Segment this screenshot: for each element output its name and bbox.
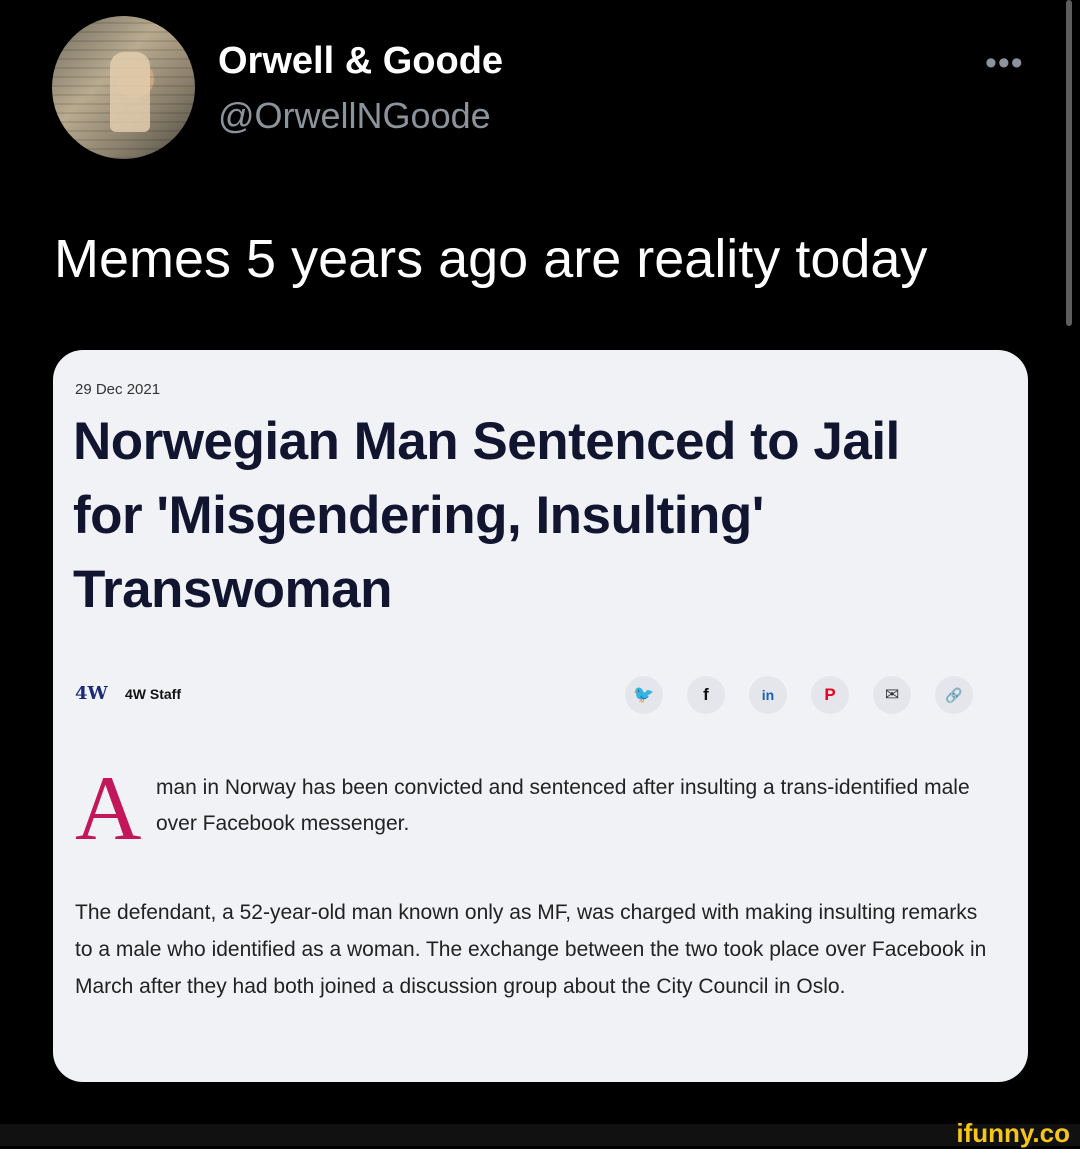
- watermark: ifunny.co: [956, 1118, 1070, 1148]
- pinterest-icon[interactable]: P: [811, 676, 849, 714]
- article-card[interactable]: 29 Dec 2021 Norwegian Man Sentenced to J…: [53, 350, 1028, 1082]
- linkedin-icon[interactable]: in: [749, 676, 787, 714]
- email-icon[interactable]: ✉: [873, 676, 911, 714]
- article-author[interactable]: 4W Staff: [125, 686, 181, 702]
- facebook-icon[interactable]: f: [687, 676, 725, 714]
- tweet-text: Memes 5 years ago are reality today: [54, 229, 928, 289]
- article-date: 29 Dec 2021: [75, 381, 161, 398]
- more-options-icon[interactable]: •••: [985, 44, 1024, 83]
- footer-bar: [0, 1124, 1080, 1146]
- drop-cap: A: [75, 757, 142, 859]
- body-paragraph: The defendant, a 52-year-old man known o…: [75, 901, 987, 998]
- user-handle[interactable]: @OrwellNGoode: [218, 95, 491, 137]
- link-icon[interactable]: 🔗: [935, 676, 973, 714]
- publisher-logo: 4W: [75, 683, 108, 704]
- lead-paragraph: man in Norway has been convicted and sen…: [156, 776, 970, 835]
- display-name[interactable]: Orwell & Goode: [218, 40, 503, 83]
- article-headline: Norwegian Man Sentenced to Jail for 'Mis…: [73, 412, 900, 619]
- scrollbar[interactable]: [1066, 0, 1072, 326]
- twitter-icon[interactable]: 🐦: [625, 676, 663, 714]
- avatar[interactable]: [52, 16, 195, 159]
